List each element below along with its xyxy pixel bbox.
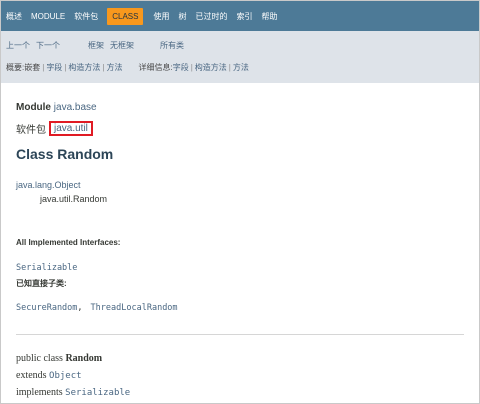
summary-nested: 嵌套 (24, 63, 41, 72)
inheritance-child: java.util.Random (40, 194, 108, 204)
signature-line-implements: implements Serializable (16, 387, 130, 398)
package-link-highlighted[interactable]: java.util (49, 121, 93, 136)
signature-prefix: public class (16, 353, 66, 364)
detail-constructor-link[interactable]: 构造方法 (195, 62, 227, 73)
all-classes-link[interactable]: 所有类 (160, 40, 184, 51)
subclass-separator: , (77, 303, 83, 313)
detail-method-link[interactable]: 方法 (233, 62, 249, 73)
summary-label: 概要: (6, 63, 25, 72)
summary-field-link[interactable]: 字段 (46, 62, 62, 73)
nav-deprecated[interactable]: 已过时的 (195, 11, 227, 22)
section-divider (16, 334, 464, 335)
detail-field-link[interactable]: 字段 (173, 62, 189, 73)
separator: | (190, 63, 193, 72)
sub-nav-row-summary: 概要: 嵌套 | 字段 | 构造方法 | 方法 详细信息: 字段 | 构造方法 … (6, 62, 249, 73)
nav-package[interactable]: 软件包 (74, 11, 98, 22)
separator: | (64, 63, 67, 72)
separator: | (228, 63, 231, 72)
separator: | (102, 63, 105, 72)
package-label: 软件包 (16, 125, 46, 136)
frames-link[interactable]: 框架 (88, 40, 104, 51)
signature-line-extends: extends Object (16, 370, 82, 381)
nav-index[interactable]: 索引 (236, 11, 252, 22)
subclass-threadlocalrandom-link[interactable]: ThreadLocalRandom (91, 303, 178, 313)
nav-use[interactable]: 使用 (153, 11, 169, 22)
subclasses-list: SecureRandom, ThreadLocalRandom (16, 297, 178, 315)
prev-class-link[interactable]: 上一个 (6, 40, 30, 51)
nav-overview[interactable]: 概述 (6, 11, 22, 22)
inheritance-parent-link[interactable]: java.lang.Object (16, 180, 81, 190)
subclasses-heading: 已知直接子类: (16, 279, 67, 288)
signature-implements-keyword: implements (16, 387, 66, 398)
signature-extends-keyword: extends (16, 370, 50, 381)
nav-tree[interactable]: 树 (178, 11, 186, 22)
module-keyword: Module (16, 102, 51, 113)
detail-label: 详细信息: (138, 63, 173, 72)
subclass-securerandom-link[interactable]: SecureRandom (16, 303, 77, 313)
separator: | (42, 63, 45, 72)
signature-object-link[interactable]: Object (49, 371, 82, 381)
package-line: 软件包 java.util (16, 121, 93, 136)
summary-constructor-link[interactable]: 构造方法 (68, 62, 100, 73)
signature-line-declaration: public class Random (16, 353, 102, 364)
interface-serializable-link[interactable]: Serializable (16, 263, 77, 273)
sub-nav-row-links: 上一个 下一个 框架 无框架 所有类 (6, 40, 184, 51)
sub-navigation-bar: 上一个 下一个 框架 无框架 所有类 概要: 嵌套 | 字段 | 构造方法 | … (1, 31, 479, 83)
no-frames-link[interactable]: 无框架 (110, 40, 134, 51)
nav-class-active[interactable]: CLASS (107, 7, 144, 25)
class-title: Class Random (16, 146, 114, 162)
nav-help[interactable]: 帮助 (261, 11, 277, 22)
next-class-link[interactable]: 下一个 (36, 40, 60, 51)
nav-module[interactable]: MODULE (31, 12, 65, 21)
interfaces-heading: All Implemented Interfaces: (16, 238, 121, 247)
signature-class-name: Random (65, 353, 103, 364)
interfaces-list: Serializable (16, 257, 77, 275)
top-navigation-bar: 概述 MODULE 软件包 CLASS 使用 树 已过时的 索引 帮助 (1, 1, 479, 31)
signature-serializable-link[interactable]: Serializable (65, 388, 130, 398)
module-link[interactable]: java.base (54, 102, 97, 113)
module-line: Module java.base (16, 102, 97, 113)
summary-method-link[interactable]: 方法 (106, 62, 122, 73)
